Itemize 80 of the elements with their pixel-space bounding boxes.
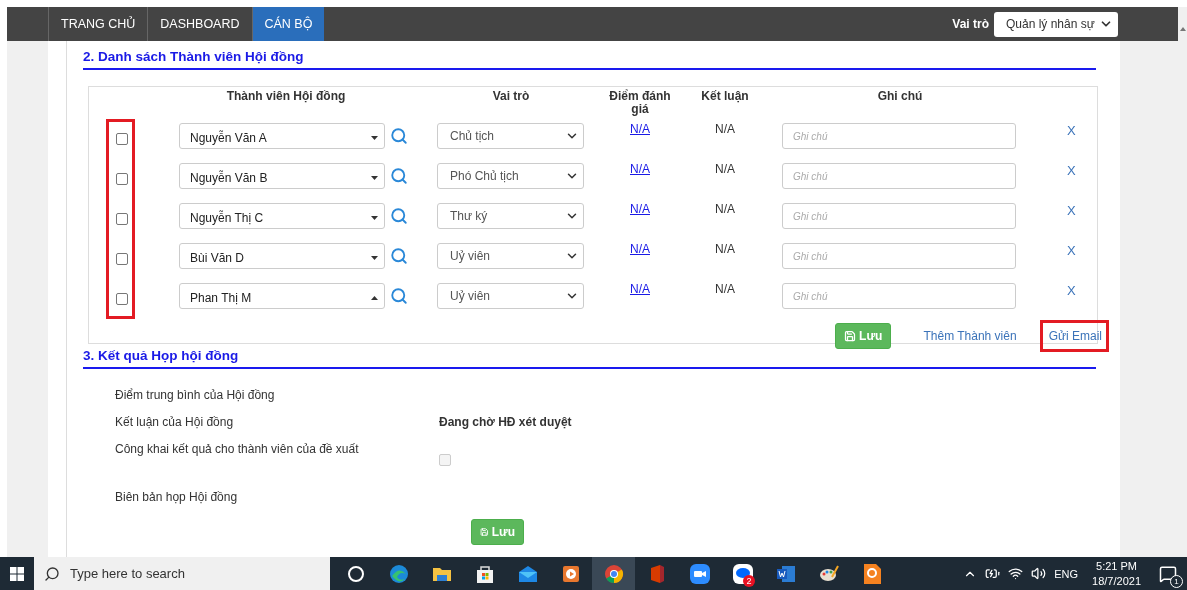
conclusion-text: N/A <box>715 282 735 296</box>
chat-icon <box>731 562 754 585</box>
score-link[interactable]: N/A <box>630 282 650 296</box>
conclusion-text: N/A <box>715 162 735 176</box>
video-camera-icon <box>688 562 711 585</box>
note-field[interactable]: Ghi chú <box>782 243 1016 269</box>
score-link[interactable]: N/A <box>630 122 650 136</box>
language-indicator[interactable]: ENG <box>1054 567 1079 580</box>
caret-up-icon <box>371 295 378 300</box>
member-dropdown[interactable]: Nguyễn Văn A <box>179 123 385 149</box>
remove-link[interactable]: X <box>1067 123 1076 138</box>
field-label: Kết luận của Hội đồng <box>115 415 235 429</box>
role-label: Vai trò <box>952 17 989 31</box>
column-header: Điểm đánh giá <box>608 90 672 118</box>
row-checkbox[interactable] <box>115 293 128 305</box>
row-checkbox[interactable] <box>115 173 128 185</box>
section-heading: 2. Danh sách Thành viên Hội đồng <box>83 49 1096 70</box>
browser-icon <box>602 562 625 585</box>
note-field[interactable]: Ghi chú <box>782 203 1016 229</box>
caret-down-icon <box>371 135 378 140</box>
search-icon[interactable] <box>390 247 408 265</box>
caret-down-icon <box>371 255 378 260</box>
volume-icon[interactable] <box>1031 566 1047 581</box>
remove-link[interactable]: X <box>1067 283 1076 298</box>
member-dropdown[interactable]: Bùi Văn D <box>179 243 385 269</box>
note-field[interactable]: Ghi chú <box>782 283 1016 309</box>
role-dropdown[interactable]: Phó Chủ tịch <box>437 163 584 189</box>
row-checkbox[interactable] <box>115 133 128 145</box>
role-dropdown[interactable]: Quản lý nhân sự <box>994 11 1118 37</box>
member-dropdown[interactable]: Nguyễn Văn B <box>179 163 385 189</box>
taskbar-app[interactable]: 2 <box>721 557 764 590</box>
search-icon[interactable] <box>390 127 408 145</box>
windows-logo-icon <box>10 566 24 581</box>
role-dropdown[interactable]: Uỷ viên <box>437 283 584 309</box>
wifi-icon[interactable] <box>1008 566 1024 581</box>
conclusion-text: N/A <box>715 202 735 216</box>
column-header: Thành viên Hội đồng <box>225 90 347 105</box>
note-field[interactable]: Ghi chú <box>782 163 1016 189</box>
search-icon[interactable] <box>390 167 408 185</box>
field-value: Đang chờ HĐ xét duyệt <box>439 415 573 429</box>
member-dropdown[interactable]: Nguyễn Thị C <box>179 203 385 229</box>
search-icon <box>44 565 60 582</box>
battery-icon[interactable] <box>985 566 1001 581</box>
row-checkbox[interactable] <box>115 213 128 225</box>
conclusion-text: N/A <box>715 242 735 256</box>
member-dropdown[interactable]: Phan Thị M <box>179 283 385 309</box>
nav-tab[interactable]: CÁN BỘ <box>251 7 325 41</box>
remove-link[interactable]: X <box>1067 243 1076 258</box>
speech-bubble-icon <box>1159 564 1177 583</box>
caret-down-icon <box>371 215 378 220</box>
taskbar-search-field[interactable]: Type here to search <box>34 557 330 590</box>
field-label: Biên bản họp Hội đồng <box>115 490 239 504</box>
column-header: Vai trò <box>491 90 531 105</box>
add-member-link[interactable]: Thêm Thành viên <box>923 329 1017 343</box>
scroll-up-arrow[interactable] <box>1179 27 1186 31</box>
field-label: Điểm trung bình của Hội đồng <box>115 388 276 402</box>
notification-badge: 1 <box>1170 574 1183 588</box>
caret-down-icon <box>371 175 378 180</box>
column-header: Ghi chú <box>876 90 924 105</box>
publish-checkbox[interactable] <box>439 454 451 466</box>
clock[interactable]: 5:21 PM 18/7/2021 <box>1092 558 1141 589</box>
column-header: Kết luận <box>700 90 750 105</box>
score-link[interactable]: N/A <box>630 162 650 176</box>
notification-badge: 2 <box>743 575 755 587</box>
section-heading: 3. Kết quả Họp hội đồng <box>83 348 1096 369</box>
score-link[interactable]: N/A <box>630 242 650 256</box>
conclusion-text: N/A <box>715 122 735 136</box>
field-label: Công khai kết quả cho thành viên của đề xuất <box>115 442 360 456</box>
role-dropdown[interactable]: Uỷ viên <box>437 243 584 269</box>
role-dropdown[interactable]: Thư ký <box>437 203 584 229</box>
role-dropdown[interactable]: Chủ tịch <box>437 123 584 149</box>
search-icon[interactable] <box>390 207 408 225</box>
remove-link[interactable]: X <box>1067 203 1076 218</box>
send-email-link[interactable]: Gửi Email <box>1039 320 1109 352</box>
remove-link[interactable]: X <box>1067 163 1076 178</box>
row-checkbox[interactable] <box>115 253 128 265</box>
note-field[interactable]: Ghi chú <box>782 123 1016 149</box>
browser-icon <box>387 562 410 585</box>
score-link[interactable]: N/A <box>630 202 650 216</box>
search-icon[interactable] <box>390 287 408 305</box>
